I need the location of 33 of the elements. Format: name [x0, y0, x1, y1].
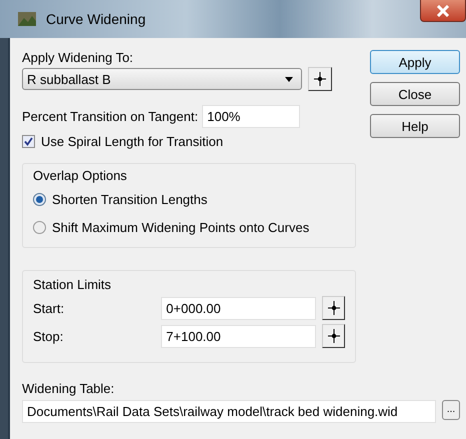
browse-button[interactable]: ...	[442, 400, 460, 420]
field-label: Start:	[33, 300, 66, 316]
file-path-field[interactable]: Documents\Rail Data Sets\railway model\track bed widening.wid	[22, 400, 436, 423]
station-field[interactable]: 7+100.00	[161, 324, 316, 348]
group-title: Overlap Options	[33, 168, 128, 183]
dialog-button[interactable]: Close	[370, 82, 460, 106]
field-label: Percent Transition on Tangent:	[22, 109, 198, 124]
dialog-button[interactable]: Apply	[370, 50, 460, 74]
checkbox[interactable]	[22, 135, 35, 148]
percent-field[interactable]: 100%	[202, 105, 300, 128]
pick-button[interactable]	[322, 324, 345, 348]
group-title: Station Limits	[33, 277, 112, 292]
checkbox-label: Use Spiral Length for Transition	[41, 134, 224, 149]
close-button[interactable]	[420, 0, 466, 22]
app-icon	[18, 12, 36, 26]
crosshair-icon	[328, 301, 340, 315]
pick-button[interactable]	[308, 67, 332, 91]
pick-button[interactable]	[322, 296, 345, 320]
radio-button[interactable]	[33, 192, 46, 206]
field-label: Apply Widening To:	[22, 50, 134, 65]
close-icon	[436, 4, 450, 16]
dialog-button[interactable]: Help	[370, 114, 460, 138]
station-field[interactable]: 0+000.00	[161, 296, 316, 320]
radio-label: Shift Maximum Widening Points onto Curves	[52, 220, 310, 234]
dropdown[interactable]: R subballast B	[22, 68, 302, 90]
radio-label: Shorten Transition Lengths	[52, 192, 208, 206]
field-label: Stop:	[33, 328, 64, 344]
radio-button[interactable]	[33, 220, 46, 234]
crosshair-icon	[314, 72, 326, 86]
window-title: Curve Widening	[46, 11, 146, 27]
caret-icon	[285, 76, 293, 82]
field-label: Widening Table:	[22, 381, 116, 396]
crosshair-icon	[328, 329, 340, 343]
